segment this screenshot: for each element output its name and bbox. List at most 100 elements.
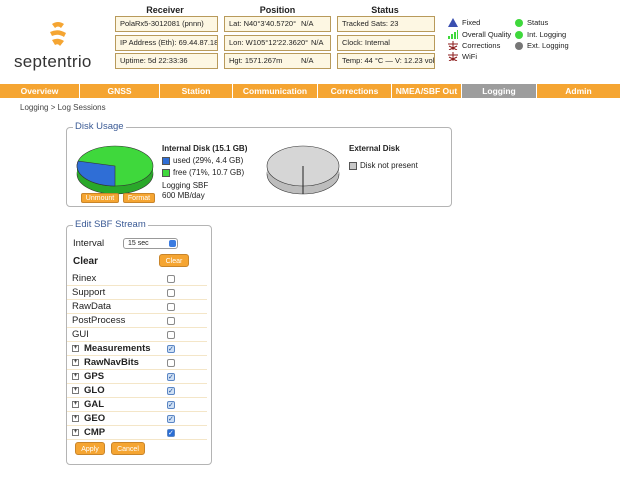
gray-dot-icon: [515, 41, 523, 50]
position-hgt: Hgt: 1571.267m N/A: [224, 53, 331, 69]
septentrio-logo-icon: [50, 22, 66, 46]
receiver-device: PolaRx5-3012081 (pnnn): [115, 16, 218, 32]
legend-wifi: WiFi: [448, 52, 477, 61]
cancel-button[interactable]: Cancel: [111, 442, 145, 455]
expand-plus-icon[interactable]: +: [72, 428, 79, 436]
legend-int-logging: Int. Logging: [515, 30, 566, 39]
brand-name: septentrio: [14, 52, 92, 71]
expand-plus-icon[interactable]: +: [72, 414, 79, 422]
internal-disk-pie: [76, 145, 154, 195]
expand-plus-icon[interactable]: +: [72, 372, 79, 380]
external-disk-status: Disk not present: [349, 161, 418, 170]
tab-overview[interactable]: Overview: [0, 84, 80, 98]
unmount-button[interactable]: Unmount: [81, 193, 119, 203]
sbf-item-label: GUI: [72, 329, 89, 340]
triangle-icon: [448, 18, 458, 27]
green-dot-icon: [515, 18, 523, 27]
position-header: Position: [259, 5, 296, 15]
status-temp: Temp: 44 °C — V: 12.23 volts: [337, 53, 435, 69]
sbf-item-checkbox[interactable]: [167, 343, 175, 357]
antenna-icon: [448, 41, 458, 50]
legend-corrections: Corrections: [448, 41, 500, 50]
free-legend: free (71%, 10.7 GB): [162, 168, 244, 177]
sbf-item-label: CMP: [84, 427, 106, 438]
tab-logging[interactable]: Logging: [462, 84, 537, 98]
sbf-item-checkbox[interactable]: [167, 289, 175, 297]
breadcrumb: Logging > Log Sessions: [20, 103, 106, 112]
receiver-ip: IP Address (Eth): 69.44.87.184: [115, 35, 218, 51]
legend-fixed: Fixed: [448, 18, 480, 27]
legend-ext-logging: Ext. Logging: [515, 41, 569, 50]
sbf-item-checkbox[interactable]: [167, 317, 175, 325]
sbf-item-checkbox[interactable]: [167, 359, 175, 367]
disk-usage-panel: Disk Usage Internal Disk (15.1 GB) used …: [66, 121, 452, 207]
sbf-item-label: Rinex: [72, 273, 97, 284]
rate-label: 600 MB/day: [162, 191, 205, 200]
sbf-item-checkbox[interactable]: [167, 385, 175, 399]
expand-plus-icon[interactable]: +: [72, 400, 79, 408]
green-dot-icon: [515, 30, 523, 39]
receiver-uptime: Uptime: 5d 22:33:36: [115, 53, 218, 69]
green-square-icon: [162, 168, 170, 177]
sbf-item-row: PostProcess: [67, 314, 207, 328]
tab-corrections[interactable]: Corrections: [318, 84, 392, 98]
sbf-item-row: + GEO: [67, 412, 207, 427]
tab-gnss[interactable]: GNSS: [80, 84, 160, 98]
tab-communication[interactable]: Communication: [233, 84, 318, 98]
position-lat: Lat: N40°3'40.5720° N/A: [224, 16, 331, 32]
legend-status: Status: [515, 18, 548, 27]
expand-plus-icon[interactable]: +: [72, 358, 79, 366]
sbf-item-label: Support: [72, 287, 106, 298]
logging-label: Logging SBF: [162, 181, 209, 190]
expand-plus-icon[interactable]: +: [72, 386, 79, 394]
status-header: Status: [371, 5, 399, 15]
clear-button[interactable]: Clear: [159, 254, 189, 267]
status-sats: Tracked Sats: 23: [337, 16, 435, 32]
tab-station[interactable]: Station: [160, 84, 233, 98]
sbf-item-row: + GPS: [67, 370, 207, 385]
main-nav: Overview GNSS Station Communication Corr…: [0, 84, 620, 98]
sbf-item-row: + GAL: [67, 398, 207, 413]
edit-sbf-stream-panel: Edit SBF Stream Interval 15 sec Clear Cl…: [66, 219, 212, 465]
used-legend: used (29%, 4.4 GB): [162, 156, 243, 165]
tab-admin[interactable]: Admin: [537, 84, 620, 98]
apply-button[interactable]: Apply: [75, 442, 105, 455]
sbf-item-row: Rinex: [67, 272, 207, 286]
sbf-item-label: GEO: [84, 413, 106, 424]
format-button[interactable]: Format: [123, 193, 155, 203]
gray-square-icon: [349, 161, 357, 170]
disk-usage-title: Disk Usage: [73, 121, 126, 132]
receiver-header: Receiver: [146, 5, 184, 15]
sbf-item-checkbox[interactable]: [167, 275, 175, 283]
interval-select[interactable]: 15 sec: [123, 238, 178, 249]
sbf-item-row: + Measurements: [67, 342, 207, 357]
blue-square-icon: [162, 156, 170, 165]
external-disk-pie: [266, 145, 340, 195]
position-lon: Lon: W105°12'22.3620° N/A: [224, 35, 331, 51]
sbf-item-label: RawData: [72, 301, 112, 312]
sbf-item-label: RawNavBits: [84, 357, 139, 368]
sbf-item-checkbox[interactable]: [167, 371, 175, 385]
legend-quality: Overall Quality: [448, 30, 511, 39]
sbf-item-checkbox[interactable]: [167, 413, 175, 427]
sbf-item-row: + CMP: [67, 426, 207, 441]
sbf-item-checkbox[interactable]: [167, 331, 175, 339]
clear-heading: Clear: [73, 256, 99, 267]
edit-sbf-stream-title: Edit SBF Stream: [73, 219, 148, 230]
sbf-item-checkbox[interactable]: [167, 399, 175, 413]
sbf-item-row: RawData: [67, 300, 207, 314]
sbf-item-row: Support: [67, 286, 207, 300]
sbf-item-label: GAL: [84, 399, 105, 410]
sbf-item-row: + RawNavBits: [67, 356, 207, 370]
sbf-item-label: GLO: [84, 385, 105, 396]
interval-row: Interval 15 sec: [73, 238, 207, 252]
expand-plus-icon[interactable]: +: [72, 344, 79, 352]
sbf-item-checkbox[interactable]: [167, 303, 175, 311]
status-clock: Clock: Internal: [337, 35, 435, 51]
signal-bars-icon: [448, 30, 458, 39]
tab-nmea-sbf-out[interactable]: NMEA/SBF Out: [392, 84, 462, 98]
interval-label: Interval: [73, 238, 105, 249]
external-disk-title: External Disk: [349, 144, 400, 153]
sbf-item-checkbox[interactable]: [167, 427, 175, 441]
sbf-item-label: GPS: [84, 371, 105, 382]
